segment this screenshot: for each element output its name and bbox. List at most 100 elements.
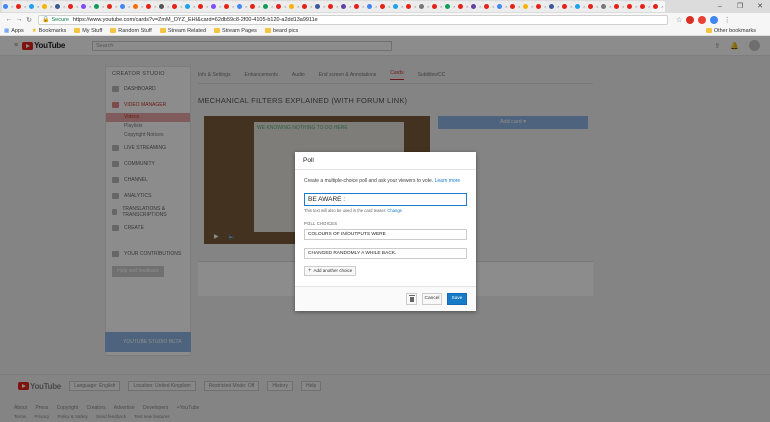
bookmark-folder[interactable]: Random Stuff [110,28,152,34]
close-tab-icon[interactable]: × [245,4,247,9]
close-tab-icon[interactable]: × [24,4,26,9]
browser-tab[interactable]: × [613,1,626,12]
close-tab-icon[interactable]: × [557,4,559,9]
browser-tab[interactable]: × [392,1,405,12]
add-choice-button[interactable]: + Add another choice [304,266,356,276]
browser-tab[interactable]: × [301,1,314,12]
bookmark-star-icon[interactable]: ☆ [676,16,682,24]
close-tab-icon[interactable]: × [141,4,143,9]
browser-tab[interactable]: × [574,1,587,12]
browser-tab[interactable]: × [366,1,379,12]
browser-tab[interactable]: × [652,1,665,12]
omnibox[interactable]: 🔒 Secure https://www.youtube.com/cards?v… [38,14,668,25]
close-tab-icon[interactable]: × [583,4,585,9]
close-tab-icon[interactable]: × [50,4,52,9]
close-tab-icon[interactable]: × [414,4,416,9]
close-tab-icon[interactable]: × [635,4,637,9]
cancel-button[interactable]: Cancel [422,293,442,305]
close-tab-icon[interactable]: × [453,4,455,9]
close-tab-icon[interactable]: × [102,4,104,9]
close-tab-icon[interactable]: × [622,4,624,9]
browser-tab[interactable]: × [587,1,600,12]
browser-tab[interactable]: × [210,1,223,12]
close-tab-icon[interactable]: × [89,4,91,9]
browser-tab[interactable]: × [197,1,210,12]
close-tab-icon[interactable]: × [206,4,208,9]
browser-tab[interactable]: × [106,1,119,12]
browser-tab[interactable]: × [496,1,509,12]
browser-tab[interactable]: × [2,1,15,12]
poll-question-input[interactable]: BE AWARE : [304,193,467,206]
close-tab-icon[interactable]: × [128,4,130,9]
browser-tab[interactable]: × [639,1,652,12]
browser-tab[interactable]: × [288,1,301,12]
close-tab-icon[interactable]: × [648,4,650,9]
browser-tab[interactable]: × [509,1,522,12]
browser-tab[interactable]: × [223,1,236,12]
browser-tab[interactable]: × [353,1,366,12]
back-icon[interactable]: ← [4,16,14,23]
browser-tab[interactable]: × [132,1,145,12]
browser-tab[interactable]: × [119,1,132,12]
close-tab-icon[interactable]: × [297,4,299,9]
browser-tab[interactable]: × [379,1,392,12]
extension-icon[interactable] [710,15,719,24]
extension-icon[interactable] [698,15,707,24]
browser-tab[interactable]: × [405,1,418,12]
close-tab-icon[interactable]: × [609,4,611,9]
close-tab-icon[interactable]: × [362,4,364,9]
other-bookmarks[interactable]: Other bookmarks [705,28,756,34]
change-teaser-link[interactable]: Change [387,208,402,213]
browser-tab[interactable]: × [444,1,457,12]
poll-choice-input-1[interactable]: COLOURS OF IN/OUTPUTS WERE [304,229,467,240]
close-tab-icon[interactable]: × [401,4,403,9]
close-tab-icon[interactable]: × [531,4,533,9]
browser-tab[interactable]: × [262,1,275,12]
close-tab-icon[interactable]: × [180,4,182,9]
extension-icon[interactable] [686,15,695,24]
browser-tab[interactable]: × [535,1,548,12]
browser-tab[interactable]: × [470,1,483,12]
close-tab-icon[interactable]: × [427,4,429,9]
close-tab-icon[interactable]: × [661,4,663,9]
close-tab-icon[interactable]: × [115,4,117,9]
browser-tab[interactable]: × [158,1,171,12]
close-tab-icon[interactable]: × [375,4,377,9]
close-tab-icon[interactable]: × [518,4,520,9]
reload-icon[interactable]: ↻ [24,16,34,24]
close-tab-icon[interactable]: × [271,4,273,9]
close-tab-icon[interactable]: × [63,4,65,9]
close-window-button[interactable]: ✕ [750,0,770,13]
save-button[interactable]: Save [447,293,467,305]
browser-tab[interactable]: × [67,1,80,12]
close-tab-icon[interactable]: × [11,4,13,9]
browser-tab[interactable]: × [15,1,28,12]
browser-tab[interactable]: × [418,1,431,12]
forward-icon[interactable]: → [14,16,24,23]
browser-tab[interactable]: × [327,1,340,12]
bookmark-folder[interactable]: beard pics [264,28,298,34]
browser-tab[interactable]: × [54,1,67,12]
close-tab-icon[interactable]: × [440,4,442,9]
learn-more-link[interactable]: Learn more [435,178,461,184]
browser-tab[interactable]: × [483,1,496,12]
browser-tab[interactable]: × [561,1,574,12]
bookmark-folder[interactable]: Stream Pages [214,28,257,34]
close-tab-icon[interactable]: × [310,4,312,9]
close-tab-icon[interactable]: × [505,4,507,9]
bookmark-apps[interactable]: ▦ Apps [4,28,24,34]
close-tab-icon[interactable]: × [570,4,572,9]
browser-tab[interactable]: × [249,1,262,12]
browser-tab[interactable]: × [548,1,561,12]
close-tab-icon[interactable]: × [492,4,494,9]
browser-tab[interactable]: × [457,1,470,12]
close-tab-icon[interactable]: × [154,4,156,9]
maximize-button[interactable]: ❐ [730,0,750,13]
close-tab-icon[interactable]: × [336,4,338,9]
browser-tab[interactable]: × [171,1,184,12]
close-tab-icon[interactable]: × [479,4,481,9]
close-tab-icon[interactable]: × [323,4,325,9]
minimize-button[interactable]: – [710,0,730,13]
browser-tab[interactable]: × [93,1,106,12]
poll-choice-input-2[interactable]: CHANGED RANDOMLY A WHILE BACK. [304,248,467,259]
